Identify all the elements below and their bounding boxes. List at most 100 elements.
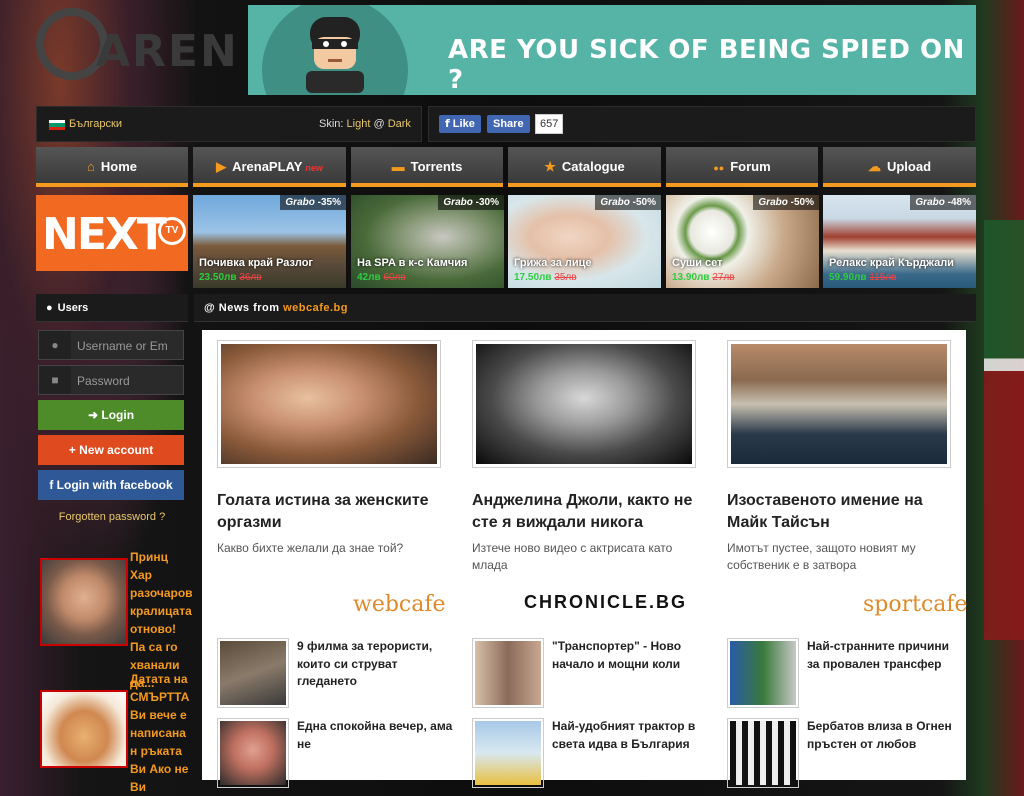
- deal-discount: -50%: [790, 197, 814, 208]
- facebook-icon: f: [445, 117, 450, 130]
- deal-card[interactable]: Grabo -50% Суши сет 13.90лв 27лв: [666, 195, 819, 288]
- news-main-image[interactable]: [217, 340, 441, 468]
- news-list-item[interactable]: Най-странните причини за провален трансф…: [727, 638, 963, 712]
- deal-card[interactable]: Grabo -48% Релакс край Кърджали 59.90лв …: [823, 195, 976, 288]
- username-field[interactable]: ●: [38, 330, 184, 360]
- facebook-like-button[interactable]: f Like: [439, 115, 481, 133]
- password-input[interactable]: [75, 368, 183, 394]
- users-icon: ●●: [713, 163, 725, 173]
- password-field[interactable]: ■: [38, 365, 184, 395]
- deal-old-price: 60лв: [383, 272, 406, 283]
- nav-arenaplay-label: ArenaPLAY: [232, 159, 303, 174]
- deal-new-price: 59.90лв: [829, 272, 867, 283]
- language-skin-bar: Български Skin: Light @ Dark: [36, 106, 422, 142]
- cloud-upload-icon: ☁: [867, 159, 881, 174]
- nav-torrents-label: Torrents: [410, 159, 463, 174]
- deal-title: Релакс край Кърджали: [829, 257, 954, 269]
- next-tv-logo[interactable]: NEXT TV: [36, 195, 188, 271]
- news-source-link[interactable]: webcafe.bg: [283, 302, 348, 314]
- news-item-thumb: [217, 718, 289, 788]
- news-main-subtitle: Какво бихте желали да знае той?: [217, 541, 404, 555]
- background-flag-right: [984, 220, 1024, 640]
- nav-catalogue[interactable]: ★ Catalogue: [508, 147, 661, 187]
- deal-discount: -48%: [947, 197, 971, 208]
- news-item-title: 9 филма за терористи, които си струват г…: [297, 639, 433, 688]
- news-main-title[interactable]: Анджелина Джоли, както не сте я виждали …: [472, 490, 708, 534]
- news-list-item[interactable]: 9 филма за терористи, които си струват г…: [217, 638, 453, 712]
- banner-message: ARE YOU SICK OF BEING SPIED ON ?: [448, 35, 965, 95]
- deal-old-price: 36лв: [239, 272, 262, 283]
- deal-new-price: 23.50лв: [199, 272, 237, 283]
- webcafe-logo[interactable]: webcafe: [353, 592, 446, 622]
- side-news-item[interactable]: Датата на СМЪРТТА Ви вече е написана н р…: [36, 670, 196, 794]
- grabo-badge: Grabo -30%: [438, 195, 504, 210]
- side-news-thumb: [40, 558, 128, 646]
- side-news-thumb: [40, 690, 128, 768]
- news-main-image[interactable]: [727, 340, 951, 468]
- deal-title: Почивка край Разлог: [199, 257, 314, 269]
- skin-light-link[interactable]: Light: [347, 118, 371, 130]
- news-main-image[interactable]: [472, 340, 696, 468]
- facebook-icon: f: [49, 478, 54, 492]
- nav-upload[interactable]: ☁ Upload: [823, 147, 976, 187]
- deal-price: 42лв 60лв: [357, 272, 406, 283]
- sportcafe-logo[interactable]: sportcafe: [863, 592, 968, 622]
- like-label: Like: [452, 118, 475, 130]
- deal-price: 23.50лв 36лв: [199, 272, 262, 283]
- username-input[interactable]: [75, 333, 183, 359]
- deal-price: 17.50лв 35лв: [514, 272, 577, 283]
- social-bar: f Like Share 657: [428, 106, 976, 142]
- side-news-item[interactable]: Принц Хар разочаров кралицата отново! Па…: [36, 548, 196, 690]
- grabo-badge: Grabo -50%: [753, 195, 819, 210]
- news-item-thumb: [727, 718, 799, 788]
- deal-new-price: 13.90лв: [672, 272, 710, 283]
- deal-card[interactable]: Grabo -35% Почивка край Разлог 23.50лв 3…: [193, 195, 346, 288]
- ad-banner[interactable]: ARE YOU SICK OF BEING SPIED ON ?: [248, 5, 976, 95]
- sign-in-icon: ➜: [87, 408, 99, 422]
- nav-torrents[interactable]: ▬ Torrents: [351, 147, 503, 187]
- user-icon: ●: [39, 331, 71, 359]
- news-list-item[interactable]: "Транспортер" - Ново начало и мощни коли: [472, 638, 708, 712]
- folder-icon: ▬: [391, 159, 405, 174]
- user-icon: ●: [46, 302, 53, 314]
- news-main-title[interactable]: Голата истина за женските оргазми: [217, 490, 453, 534]
- news-main-subtitle: Изтече ново видео с актрисата като млада: [472, 541, 673, 572]
- facebook-login-button[interactable]: f Login with facebook: [38, 470, 184, 500]
- deal-brand: Grabo: [600, 197, 630, 208]
- news-panel: Голата истина за женските оргазми Какво …: [202, 330, 968, 788]
- deal-title: Суши сет: [672, 257, 723, 269]
- grabo-badge: Grabo -50%: [595, 195, 661, 210]
- deal-title: На SPA в к-с Камчия: [357, 257, 468, 269]
- deal-card[interactable]: Grabo -50% Грижа за лице 17.50лв 35лв: [508, 195, 661, 288]
- chronicle-logo[interactable]: CHRONICLE.BG: [524, 592, 687, 622]
- deal-new-price: 42лв: [357, 272, 381, 283]
- language-selector[interactable]: Български: [69, 118, 122, 130]
- forgot-password-link[interactable]: Forgotten password ?: [36, 511, 188, 523]
- news-list-item[interactable]: Една спокойна вечер, ама не: [217, 718, 453, 792]
- skin-dark-link[interactable]: Dark: [388, 118, 411, 130]
- nav-forum[interactable]: ●● Forum: [666, 147, 818, 187]
- news-heading-prefix: @ News from: [204, 302, 280, 314]
- new-account-button[interactable]: + New account: [38, 435, 184, 465]
- facebook-share-button[interactable]: Share: [487, 115, 530, 133]
- deal-card[interactable]: Grabo -30% На SPA в к-с Камчия 42лв 60лв: [351, 195, 504, 288]
- news-main-title[interactable]: Изоставеното имение на Майк Тайсън: [727, 490, 963, 534]
- login-button[interactable]: ➜ Login: [38, 400, 184, 430]
- next-tv-badge: TV: [158, 217, 186, 245]
- deal-brand: Grabo: [915, 197, 945, 208]
- deal-brand: Grabo: [758, 197, 788, 208]
- nav-home[interactable]: ⌂ Home: [36, 147, 188, 187]
- share-count: 657: [535, 114, 564, 134]
- nav-arenaplay[interactable]: ▶ ArenaPLAY new: [193, 147, 346, 187]
- news-list-item[interactable]: Най-удобният трактор в света идва в Бълг…: [472, 718, 708, 792]
- facebook-login-label: Login with facebook: [56, 478, 173, 492]
- site-logo[interactable]: AREN: [36, 8, 248, 98]
- news-list-item[interactable]: Бербатов влиза в Огнен пръстен от любов: [727, 718, 963, 792]
- nav-upload-label: Upload: [886, 159, 932, 174]
- nav-home-label: Home: [100, 159, 137, 174]
- news-item-title: Най-странните причини за провален трансф…: [807, 639, 949, 671]
- new-account-label: New account: [79, 443, 154, 457]
- new-badge: new: [305, 163, 323, 173]
- next-tv-text: NEXT: [42, 209, 167, 260]
- play-icon: ▶: [216, 159, 227, 174]
